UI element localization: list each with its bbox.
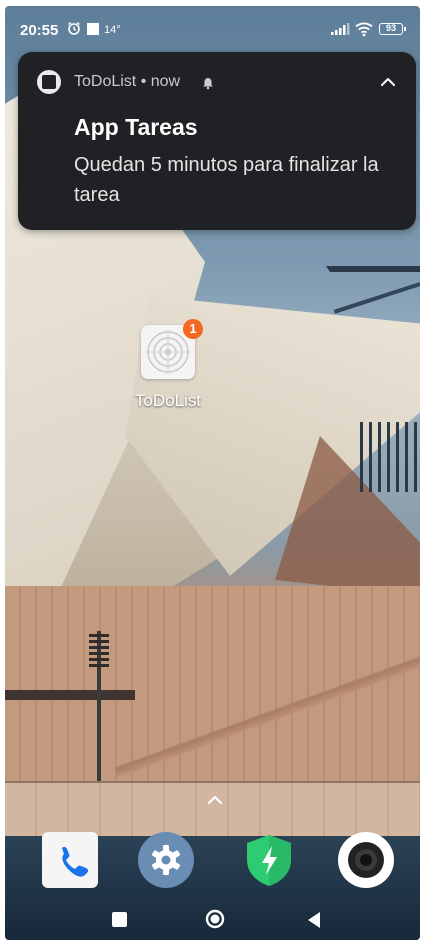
notification-header: ToDoList • now (74, 73, 180, 91)
app-label: ToDoList (134, 391, 202, 410)
signal-icon (331, 23, 350, 35)
wifi-icon (355, 22, 373, 37)
battery-icon: 93 (379, 23, 406, 35)
notification-card[interactable]: ToDoList • now App Tareas Quedan 5 minut… (18, 52, 416, 230)
wallpaper-bridge (326, 266, 420, 502)
shield-bolt-icon (247, 835, 291, 886)
navigation-bar (5, 902, 420, 940)
home-button[interactable] (205, 909, 225, 929)
wallpaper-stairs (115, 646, 420, 786)
notification-body: Quedan 5 minutos para finalizar la tarea (74, 154, 379, 206)
recent-apps-button[interactable] (112, 912, 127, 927)
notification-title: App Tareas (74, 114, 198, 140)
notification-separator: • (136, 73, 151, 90)
camera-lens-icon (348, 842, 384, 878)
camera-app-icon[interactable] (338, 832, 394, 888)
wallpaper-lamp (89, 631, 109, 791)
alarm-bell-icon (203, 78, 213, 90)
wallpaper-window (5, 690, 135, 700)
notification-square-icon (87, 23, 99, 35)
phone-app-icon[interactable] (42, 832, 98, 888)
phone-handset-icon (62, 846, 89, 877)
todolist-home-app[interactable]: 1 ToDoList (123, 319, 213, 423)
notification-badge: 1 (183, 319, 203, 339)
phone-screen: 20:55 14° 93 ToDoList • now App Tareas Q… (5, 6, 420, 940)
wallpaper-promenade (5, 781, 420, 838)
notification-time: now (150, 73, 181, 90)
swipe-up-chevron-icon[interactable] (205, 793, 225, 807)
status-temperature: 14° (104, 24, 121, 36)
back-button[interactable] (305, 910, 323, 930)
dock (5, 832, 420, 902)
security-app-icon[interactable] (241, 832, 297, 888)
expand-chevron-icon[interactable] (378, 72, 398, 92)
notification-app-name: ToDoList (74, 73, 137, 90)
todolist-app-icon (37, 70, 61, 94)
status-time: 20:55 (20, 22, 59, 39)
status-bar: 20:55 14° 93 (5, 6, 420, 50)
gear-icon (152, 845, 180, 875)
settings-app-icon[interactable] (138, 832, 194, 888)
alarm-icon (68, 21, 80, 35)
